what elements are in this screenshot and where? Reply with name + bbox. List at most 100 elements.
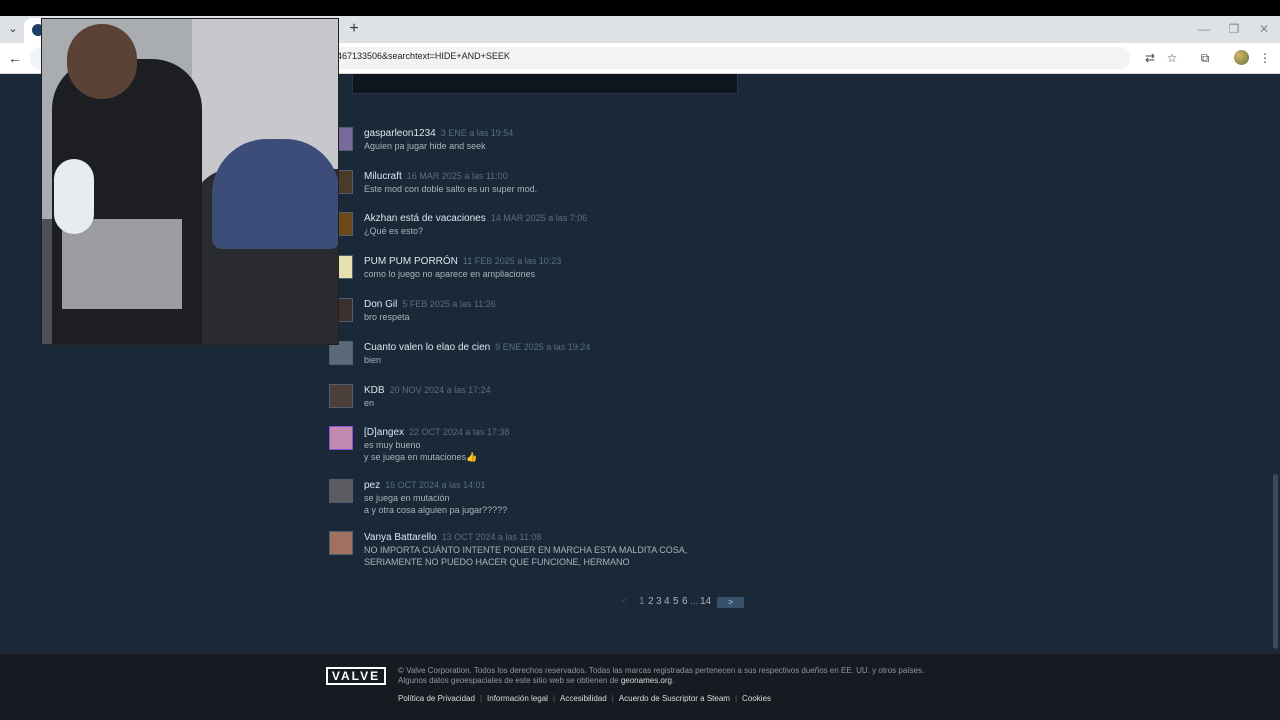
comment-item: Milucraft 16 MAR 2025 a las 11:00 Este mod… bbox=[329, 170, 769, 196]
comment-item: pez 16 OCT 2024 a las 14:01 se juega en mu… bbox=[329, 479, 769, 517]
avatar[interactable] bbox=[329, 384, 353, 408]
comment-header: Akzhan está de vacaciones 14 MAR 2025 a l… bbox=[364, 212, 587, 225]
comment-text: Este mod con doble salto es un super mod… bbox=[364, 184, 538, 194]
back-arrow-icon[interactable]: ← bbox=[6, 48, 24, 68]
footer-link[interactable]: Política de Privacidad bbox=[398, 694, 475, 703]
comment-text: bien bbox=[364, 355, 382, 365]
comment-date: 13 OCT 2024 a las 11:08 bbox=[441, 532, 542, 542]
comment-item: PUM PUM PORRÓN 11 FEB 2025 a las 10:23 com… bbox=[329, 255, 769, 281]
valve-logo[interactable]: VALVE bbox=[326, 667, 386, 685]
comment-date: 20 NOV 2024 a las 17:24 bbox=[389, 385, 491, 395]
footer-link[interactable]: Accesibilidad bbox=[560, 694, 607, 703]
comment-date: 16 OCT 2024 a las 14:01 bbox=[385, 480, 486, 490]
comment-header: gasparleon1234 3 ENE a las 19:54 bbox=[364, 127, 513, 140]
comment-text: a y otra cosa alguien pa jugar????? bbox=[364, 505, 508, 515]
comment-box-bottom bbox=[352, 74, 738, 94]
plus-icon[interactable]: + bbox=[344, 19, 364, 39]
comment-text: en bbox=[364, 398, 375, 408]
comment-date: 5 FEB 2025 a las 11:26 bbox=[402, 299, 496, 309]
comment-item: Vanya Battarello 13 OCT 2024 a las 11:08 N… bbox=[329, 531, 769, 569]
comment-header: Milucraft 16 MAR 2025 a las 11:00 bbox=[364, 170, 508, 183]
comment-header: PUM PUM PORRÓN 11 FEB 2025 a las 10:23 bbox=[364, 255, 561, 268]
comment-header: [D]angex 22 OCT 2024 a las 17:38 bbox=[364, 426, 509, 439]
translate-icon[interactable]: ⇄ bbox=[1141, 49, 1159, 67]
page-link-1: 1 bbox=[639, 596, 645, 607]
comment-item: Don Gil 5 FEB 2025 a las 11:26 bro respeta bbox=[329, 298, 769, 324]
page-scrollbar[interactable] bbox=[1271, 74, 1280, 654]
comment-date: 9 ENE 2025 a las 19:24 bbox=[495, 342, 591, 352]
comment-text: es muy bueno bbox=[364, 440, 421, 450]
page-link-4[interactable]: 4 bbox=[664, 596, 670, 607]
footer-geodata-prefix: Algunos datos geoespaciales de este siti… bbox=[398, 676, 621, 685]
comment-date: 11 FEB 2025 a las 10:23 bbox=[462, 256, 562, 266]
comment-text: ¿Qué es esto? bbox=[364, 226, 424, 236]
comment-header: Vanya Battarello 13 OCT 2024 a las 11:08 bbox=[364, 531, 541, 544]
comment-item: [D]angex 22 OCT 2024 a las 17:38 es muy bu… bbox=[329, 426, 769, 464]
footer: VALVE © Valve Corporation. Todos los der… bbox=[0, 654, 1280, 720]
minimize-icon[interactable]: — bbox=[1194, 20, 1214, 38]
scrollbar-thumb[interactable] bbox=[1273, 474, 1278, 649]
page-link-last[interactable]: 14 bbox=[700, 596, 711, 607]
comment-text: SERIAMENTE NO PUEDO HACER QUE FUNCIONE, … bbox=[364, 557, 630, 567]
footer-link[interactable]: Cookies bbox=[742, 694, 771, 703]
footer-links: Política de Privacidad | Información legal… bbox=[398, 694, 771, 703]
footer-geodata: Algunos datos geoespaciales de este siti… bbox=[398, 676, 674, 685]
footer-copyright: © Valve Corporation. Todos los derechos … bbox=[398, 666, 925, 675]
avatar[interactable] bbox=[329, 531, 353, 555]
webcam-overlay bbox=[41, 18, 339, 345]
footer-separator: | bbox=[734, 694, 738, 703]
comment-text: se juega en mutación bbox=[364, 493, 450, 503]
comment-item: Cuanto valen lo elao de cien 9 ENE 2025 a… bbox=[329, 341, 769, 367]
avatar[interactable] bbox=[329, 426, 353, 450]
comment-date: 22 OCT 2024 a las 17:38 bbox=[409, 427, 510, 437]
comment-date: 16 MAR 2025 a las 11:00 bbox=[406, 171, 508, 181]
comment-author[interactable]: Cuanto valen lo elao de cien bbox=[364, 342, 490, 353]
footer-geodata-suffix: . bbox=[671, 676, 675, 685]
comment-header: Cuanto valen lo elao de cien 9 ENE 2025 a… bbox=[364, 341, 590, 354]
chevron-down-icon[interactable]: ⌄ bbox=[4, 20, 22, 38]
footer-separator: | bbox=[611, 694, 614, 703]
profile-avatar[interactable] bbox=[1234, 50, 1249, 65]
kebab-menu-icon[interactable]: ⋮ bbox=[1256, 49, 1274, 67]
comment-author[interactable]: gasparleon1234 bbox=[364, 128, 436, 139]
comment-item: gasparleon1234 3 ENE a las 19:54 Aguien pa… bbox=[329, 127, 769, 153]
pagination-next[interactable]: > bbox=[717, 597, 744, 608]
comment-author[interactable]: Don Gil bbox=[364, 299, 397, 310]
comment-date: 14 MAR 2025 a las 7:06 bbox=[490, 213, 588, 223]
comment-item: KDB 20 NOV 2024 a las 17:24 en bbox=[329, 384, 769, 410]
restore-icon[interactable]: ❐ bbox=[1224, 20, 1244, 38]
footer-separator: | bbox=[479, 694, 483, 703]
comment-author[interactable]: PUM PUM PORRÓN bbox=[364, 256, 458, 267]
comment-author[interactable]: Akzhan está de vacaciones bbox=[364, 213, 486, 224]
page-link-6[interactable]: 6 bbox=[682, 596, 688, 607]
footer-separator: | bbox=[552, 694, 556, 703]
comment-author[interactable]: [D]angex bbox=[364, 427, 404, 438]
url-text[interactable]: 467133506&searchtext=HIDE+AND+SEEK bbox=[337, 51, 510, 61]
comment-author[interactable]: Vanya Battarello bbox=[364, 532, 437, 543]
geonames-link[interactable]: geonames.org bbox=[621, 676, 672, 685]
avatar[interactable] bbox=[329, 479, 353, 503]
comment-date: 3 ENE a las 19:54 bbox=[440, 128, 514, 138]
comment-author[interactable]: Milucraft bbox=[364, 171, 402, 182]
star-icon[interactable]: ☆ bbox=[1163, 49, 1181, 67]
comment-author[interactable]: KDB bbox=[364, 385, 385, 396]
comment-header: Don Gil 5 FEB 2025 a las 11:26 bbox=[364, 298, 496, 311]
close-icon[interactable]: ✕ bbox=[1254, 20, 1274, 38]
footer-link[interactable]: Información legal bbox=[487, 694, 548, 703]
comment-text: como lo juego no aparece en ampliaciones bbox=[364, 269, 536, 279]
comment-item: Akzhan está de vacaciones 14 MAR 2025 a l… bbox=[329, 212, 769, 238]
pagination-prev: < bbox=[621, 596, 627, 606]
page-link-2[interactable]: 2 bbox=[648, 596, 654, 607]
page-link-3[interactable]: 3 bbox=[656, 596, 662, 607]
footer-link[interactable]: Acuerdo de Suscriptor a Steam bbox=[619, 694, 730, 703]
screen-top-bar bbox=[0, 0, 1280, 16]
comment-text: NO IMPORTA CUÁNTO INTENTE PONER EN MARCH… bbox=[364, 545, 688, 555]
comment-text: y se juega en mutaciones👍 bbox=[364, 452, 478, 462]
page-link-5[interactable]: 5 bbox=[673, 596, 679, 607]
pagination-ellipsis: ... bbox=[690, 596, 699, 607]
comment-header: pez 16 OCT 2024 a las 14:01 bbox=[364, 479, 486, 492]
extensions-icon[interactable]: ⧉ bbox=[1196, 49, 1214, 67]
comment-header: KDB 20 NOV 2024 a las 17:24 bbox=[364, 384, 491, 397]
comment-text: Aguien pa jugar hide and seek bbox=[364, 141, 486, 151]
comment-author[interactable]: pez bbox=[364, 480, 380, 491]
